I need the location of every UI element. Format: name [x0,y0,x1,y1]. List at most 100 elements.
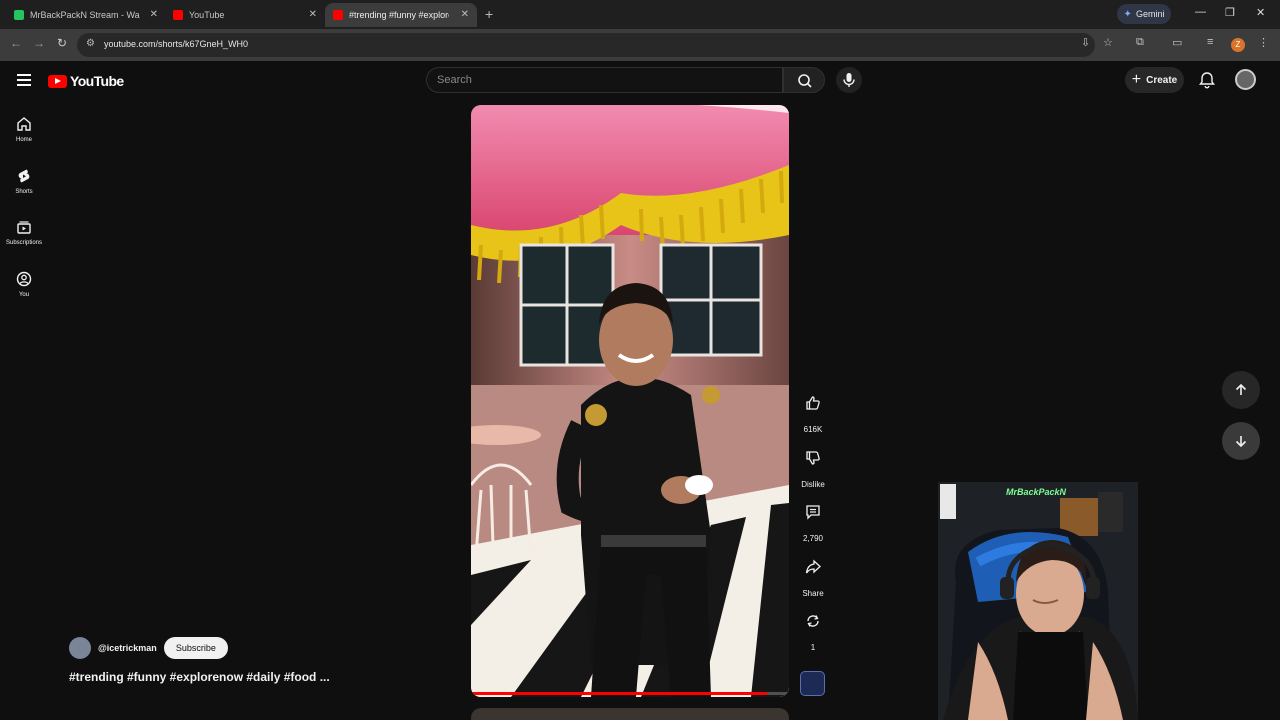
logo-wordmark: YouTube [70,73,124,89]
remix-icon [807,615,819,627]
dislike-action: Dislike [797,443,829,489]
browser-menu-icon[interactable]: ⋮ [1258,36,1269,49]
site-settings-icon[interactable]: ⚙ [86,38,95,49]
video-frame [471,105,789,697]
youtube-masthead: YouTube + Create [0,61,1280,101]
arrow-up-icon [1235,383,1247,395]
comment-icon [806,505,820,520]
home-icon [17,117,31,131]
channel-thumbnail[interactable] [800,671,825,696]
create-button[interactable]: + Create [1125,67,1184,93]
streamer-webcam-overlay: MrBackPackN [938,482,1138,720]
install-app-icon[interactable]: ⇩ [1081,36,1090,49]
account-avatar[interactable] [1235,69,1256,90]
comments-button[interactable] [798,497,828,527]
youtube-logo[interactable]: YouTube [48,73,124,89]
you-icon [16,271,32,287]
like-count: 616K [803,425,823,434]
progress-fill [471,692,767,695]
remix-button[interactable] [798,606,828,636]
remix-count: 1 [810,643,816,652]
share-label: Share [802,589,824,598]
guide-label: Shorts [15,189,33,195]
shorts-video-player[interactable] [471,105,789,697]
minimize-icon[interactable]: — [1195,6,1206,18]
next-short-peek[interactable] [471,708,789,720]
media-controls-icon[interactable]: ≡ [1207,36,1213,48]
back-icon[interactable]: ← [10,36,22,50]
share-action: Share [797,552,829,598]
browser-tab-stream[interactable]: MrBackPackN Stream - Wa ✕ [6,3,166,27]
side-panel-icon[interactable]: ▭ [1172,36,1182,49]
browser-profile-avatar[interactable]: Z [1231,38,1245,52]
notifications-button[interactable] [1196,69,1218,91]
channel-row: @icetrickman Subscribe [69,637,228,659]
extensions-icon[interactable]: ⧉ [1136,36,1144,49]
share-arrow-icon [805,559,821,574]
thumbs-down-icon [806,451,820,465]
guide-menu-icon[interactable] [17,74,31,86]
gemini-button[interactable]: ✦ Gemini [1117,4,1171,24]
browser-tab-short[interactable]: #trending #funny #explore ✕ [325,3,477,27]
close-icon[interactable]: ✕ [461,9,469,20]
like-action: 616K [797,388,829,434]
like-button[interactable] [798,388,828,418]
guide-label: Home [15,137,32,143]
bell-icon [1198,72,1216,89]
channel-name[interactable]: @icetrickman [98,643,157,653]
tab-title: #trending #funny #explore [349,10,449,20]
search-button[interactable] [783,67,825,93]
guide-item-you[interactable]: You [0,264,48,308]
webcam-feed [938,482,1138,720]
guide-label: You [18,292,30,298]
remix-action: 1 [797,606,829,652]
kick-favicon-icon [14,10,24,20]
window-close-icon[interactable]: ✕ [1256,6,1265,19]
reload-icon[interactable]: ↻ [57,36,67,50]
youtube-favicon-icon [333,10,343,20]
address-bar[interactable]: ⚙ youtube.com/shorts/k67GneH_WH0 [77,33,1095,57]
new-tab-icon[interactable]: + [485,6,493,22]
gemini-label: Gemini [1135,9,1165,19]
browser-tab-strip: MrBackPackN Stream - Wa ✕ YouTube ✕ #tre… [0,0,1280,29]
bookmark-star-icon[interactable]: ☆ [1103,36,1113,49]
subscribe-button[interactable]: Subscribe [163,637,228,659]
search-box [426,67,783,93]
close-icon[interactable]: ✕ [309,9,317,20]
shorts-icon [18,169,30,183]
guide-item-home[interactable]: Home [0,109,48,153]
create-label: Create [1146,74,1178,86]
youtube-favicon-icon [173,10,183,20]
url-text: youtube.com/shorts/k67GneH_WH0 [104,39,249,49]
browser-toolbar: ← → ↻ ⚙ youtube.com/shorts/k67GneH_WH0 ⇩… [0,29,1280,61]
arrow-down-icon [1235,436,1247,448]
forward-icon[interactable]: → [33,36,45,50]
progress-bar[interactable] [471,692,789,695]
previous-short-button[interactable] [1222,371,1260,409]
tab-title: YouTube [189,10,225,20]
share-button[interactable] [798,552,828,582]
short-caption[interactable]: #trending #funny #explorenow #daily #foo… [69,670,330,684]
tab-title: MrBackPackN Stream - Wa [30,10,140,20]
dislike-label: Dislike [801,480,825,489]
comment-count: 2,790 [802,534,824,543]
maximize-icon[interactable]: ❐ [1225,6,1235,19]
close-icon[interactable]: ✕ [150,9,158,20]
search-input[interactable] [437,74,737,86]
guide-item-subscriptions[interactable]: Subscriptions [0,212,48,256]
gemini-sparkle-icon: ✦ [1123,8,1132,20]
webcam-name-tag: MrBackPackN [1006,487,1067,497]
subscriptions-icon [17,221,31,234]
guide-item-shorts[interactable]: Shorts [0,161,48,205]
youtube-play-logo-icon [48,74,67,88]
channel-avatar[interactable] [69,637,91,659]
voice-search-button[interactable] [836,67,862,93]
browser-tab-youtube[interactable]: YouTube ✕ [165,3,325,27]
thumbs-up-icon [806,396,820,410]
next-short-button[interactable] [1222,422,1260,460]
plus-icon: + [1131,71,1142,88]
microphone-icon [843,73,855,87]
dislike-button[interactable] [798,443,828,473]
comments-action: 2,790 [797,497,829,543]
search-icon [798,74,812,88]
